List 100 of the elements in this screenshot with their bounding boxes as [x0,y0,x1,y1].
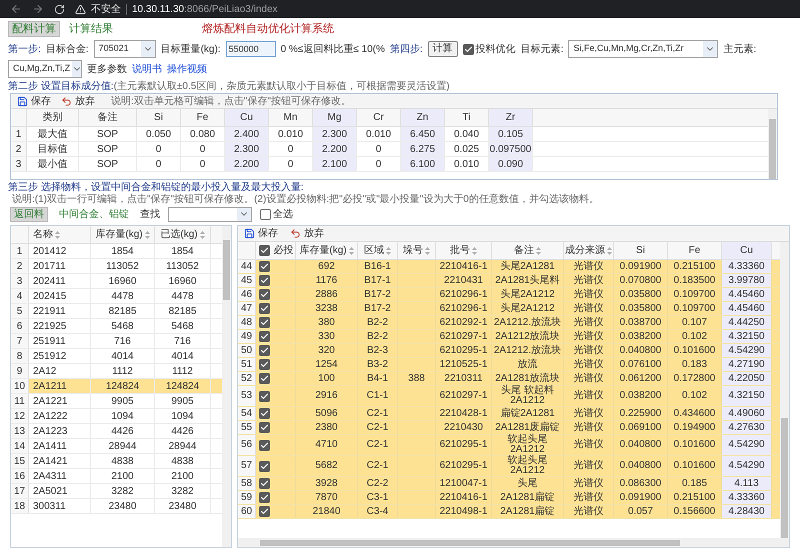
table-row[interactable]: 17 2A5021 3282 3282 [11,484,222,499]
elements-select[interactable]: Si,Fe,Cu,Mn,Mg,Cr,Zn,Ti,Zr [568,40,718,58]
column-header[interactable]: 批号 [436,242,492,259]
column-header[interactable]: Si [614,242,668,259]
table-row[interactable]: 15 2A1421 4838 4838 [11,454,222,469]
scrollbar-thumb[interactable] [223,240,230,300]
checkbox[interactable] [258,331,270,342]
tab[interactable]: 中间合金、铝锭 [56,208,132,220]
table-row[interactable]: 7 251911 716 716 [11,334,222,349]
checkbox[interactable] [258,460,270,472]
table-row[interactable]: 2 201711 113052 113052 [11,259,222,274]
checkbox[interactable] [258,261,270,272]
table-cell: 6210296-1 [436,288,492,301]
link[interactable]: 操作视频 [167,62,207,76]
table-row[interactable]: 10 2A1211 124824 124824 [11,379,222,394]
table-row[interactable]: 56 4710 C2-1 6210295-1 软起头尾 2A1212 光谱仪 0.040800 0.101600 4.54290 [238,435,780,456]
table-row[interactable]: 44 692 B16-1 2210416-1 头尾2A1281 光谱仪 0.091900 0.215100 4.33360 [238,260,780,274]
column-header[interactable]: Cu [722,242,772,259]
table-row[interactable]: 46 2886 B17-2 6210296-1 头尾2A1212 光谱仪 0.035800 0.109700 4.45460 [238,288,780,302]
table-row[interactable]: 50 320 B2-3 6210295-1 2A1212.放流块 光谱仪 0.040800 0.101600 4.54290 [238,344,780,358]
checkbox[interactable] [258,359,270,370]
table-row[interactable]: 1 201412 1854 1854 [11,244,222,259]
save-button[interactable]: 保存 [242,226,280,241]
tab[interactable]: 返回料 [10,206,48,222]
calculate-button[interactable]: 计算 [428,41,458,57]
checkbox[interactable] [260,208,271,220]
discard-button[interactable]: 放弃 [59,94,97,108]
link[interactable]: 说明书 [132,62,162,76]
table-row[interactable]: 6 221925 5468 5468 [11,319,222,334]
table-row[interactable]: 55 2380 C2-1 2210430 2A1281废扁锭 光谱仪 0.069100 0.194900 4.27630 [238,421,780,435]
scrollbar-thumb[interactable] [781,418,788,538]
table-row[interactable]: 49 330 B2-2 6210297-1 2A1212放流块 光谱仪 0.038200 0.102 4.32150 [238,330,780,344]
column-header[interactable]: 备注 [492,242,564,259]
column-header[interactable]: 名称 [29,226,91,243]
table-row[interactable]: 51 1254 B3-2 1210525-1 放流 光谱仪 0.076100 0.183 4.27190 [238,358,780,372]
checkbox[interactable] [258,506,270,517]
step-label: 第二步 设置目标成分值: [8,81,114,93]
table-row[interactable]: 59 7870 C3-1 2210416-1 2A1281扁锭 光谱仪 0.091900 0.215100 4.33360 [238,491,780,505]
table-row[interactable]: 4 202415 4478 4478 [11,289,222,304]
table-row[interactable]: 52 100 B4-1 388 2210311 2A1281放流块 光谱仪 0.061200 0.172800 4.22050 [238,372,780,386]
save-button[interactable]: 保存 [15,94,53,108]
checkbox[interactable] [258,478,270,489]
table-row[interactable]: 48 380 B2-2 6210292-1 2A1212.放流块 光谱仪 0.038700 0.107 4.44250 [238,316,780,330]
checkbox[interactable] [258,275,270,286]
checkbox[interactable] [462,44,474,54]
main-elements-select[interactable]: Cu,Mg,Zn,Ti,Z [8,60,82,78]
address-field[interactable]: 不安全 10.30.11.30:8066/PeiLiao3/index [75,2,278,16]
column-header[interactable]: 成分来源 [564,242,614,259]
column-header[interactable]: 已选(kg) [155,226,211,243]
table-row[interactable]: 11 2A1221 9905 9905 [11,394,222,409]
forward-icon[interactable] [32,3,44,15]
discard-button[interactable]: 放弃 [288,226,326,241]
column-header[interactable]: 区域 [358,242,398,259]
table-row[interactable]: 45 1176 B17-1 2210431 2A1281头尾料 光谱仪 0.070800 0.183500 3.99780 [238,274,780,288]
checkbox[interactable] [258,317,270,328]
column-header[interactable]: 垛号 [398,242,436,259]
scrollbar-thumb[interactable] [769,119,776,179]
table-cell: 4.45460 [722,288,772,301]
table-row[interactable]: 14 2A1411 28944 28944 [11,439,222,454]
checkbox[interactable] [258,373,270,384]
table-row[interactable]: 60 21840 C3-4 2210498-1 2A1281扁锭 光谱仪 0.057 0.156600 4.28430 [238,505,780,519]
tab[interactable]: 配料计算 [8,21,60,37]
table-row[interactable]: 3 202411 16960 16960 [11,274,222,289]
scrollbar[interactable] [222,226,231,547]
back-icon[interactable] [10,3,22,15]
scrollbar[interactable] [768,109,777,179]
column-header[interactable]: 库存量(kg) [296,242,358,259]
alloy-label: 目标合金: [46,42,89,56]
table-row[interactable]: 18 300311 23480 23480 [11,499,222,514]
checkbox[interactable] [258,289,270,300]
table-row[interactable]: 53 2916 C1-1 6210297-1 头尾 软起料 2A1212 光谱仪 0.038200 0.102 4.32150 [238,386,780,407]
scrollbar[interactable] [238,538,789,547]
column-header[interactable]: 必投 [272,242,296,259]
table-row[interactable]: 57 5682 C2-1 6210295-1 软起头尾 2A1212 光谱仪 0.040800 0.101600 4.54290 [238,456,780,477]
table-row[interactable]: 9 2A12 1112 1112 [11,364,222,379]
checkbox[interactable] [258,492,270,503]
table-row[interactable]: 58 3928 C2-2 1210047-1 头尾 光谱仪 0.086300 0.185 4.113 [238,477,780,491]
reload-icon[interactable] [54,4,65,14]
checkbox[interactable] [258,422,270,433]
weight-input[interactable]: 550000 [226,41,276,57]
tab[interactable]: 计算结果 [66,22,116,36]
table-row[interactable]: 5 221911 82185 82185 [11,304,222,319]
table-row[interactable]: 8 251912 4014 4014 [11,349,222,364]
checkbox[interactable] [258,390,270,402]
checkbox[interactable] [258,408,270,419]
table-row[interactable]: 47 3238 B17-2 6210296-1 头尾2A1212 光谱仪 0.035800 0.109700 4.45460 [238,302,780,316]
table-cell: 9905 [155,394,211,408]
scrollbar-thumb[interactable] [260,540,680,546]
checkbox[interactable] [258,245,270,256]
checkbox[interactable] [258,345,270,356]
checkbox[interactable] [258,440,270,450]
table-row[interactable]: 13 2A1223 4426 4426 [11,424,222,439]
table-row[interactable]: 54 5096 C2-1 2210428-1 扁锭2A1281 光谱仪 0.225900 0.434600 4.49060 [238,407,780,421]
scrollbar[interactable] [780,242,789,538]
step-label: 第三步 选择物料，设置中间合金和铝锭的最小投入量及最大投入量: [8,182,304,194]
column-header[interactable]: 库存量(kg) [91,226,155,243]
alloy-select[interactable]: 705021 [94,40,156,58]
table-row[interactable]: 16 2A4311 2100 2100 [11,469,222,484]
checkbox[interactable] [258,303,270,314]
table-row[interactable]: 12 2A1222 1094 1094 [11,409,222,424]
